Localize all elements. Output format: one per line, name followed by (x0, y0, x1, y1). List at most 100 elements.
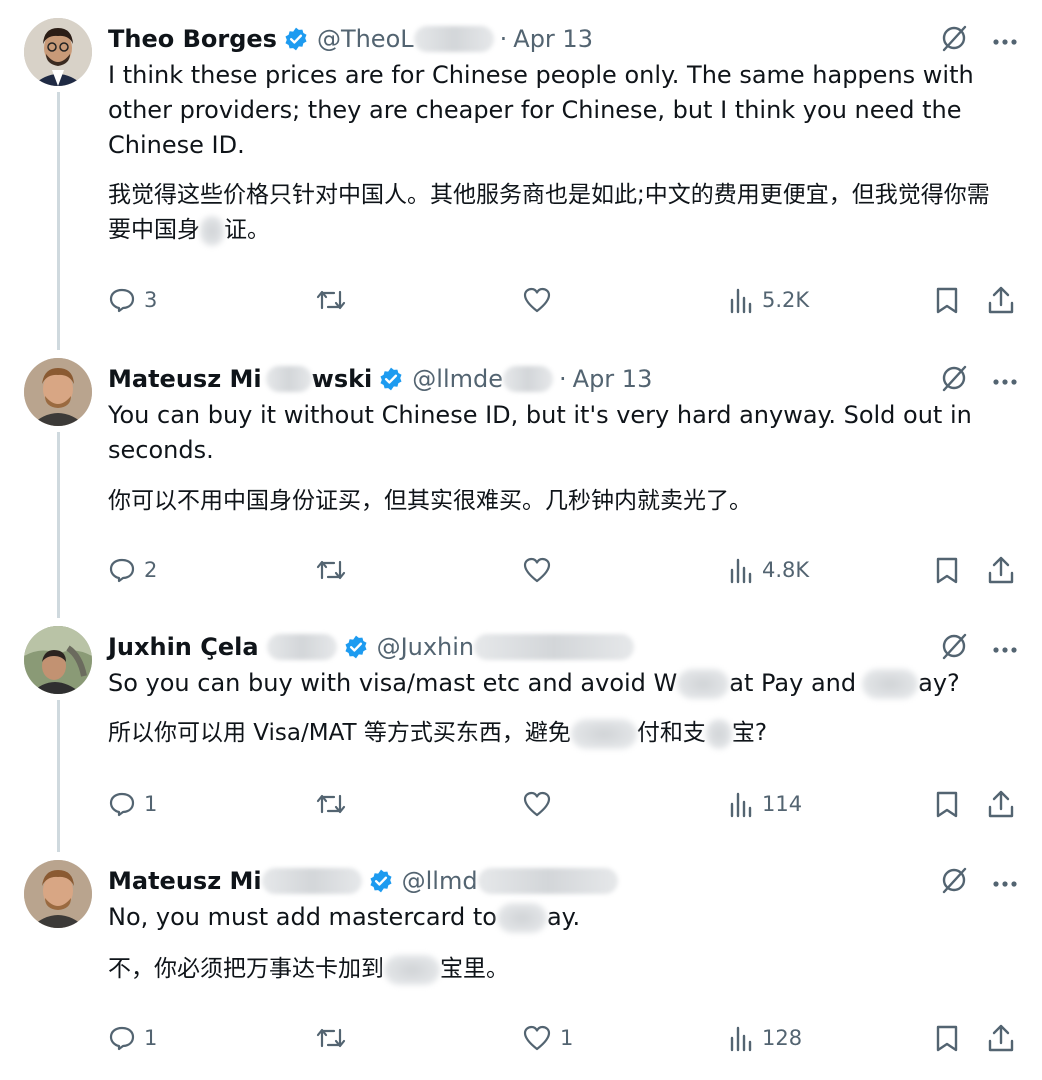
views-button[interactable]: 5.2K (728, 284, 809, 316)
translation-text: 宝? (731, 720, 768, 746)
translation-text: 所以你可以用 Visa/MAT 等方式买东西，避免 (108, 720, 571, 746)
share-icon (988, 556, 1014, 584)
bookmark-icon (936, 557, 958, 584)
views-button[interactable]: 4.8K (728, 554, 809, 586)
reply-count: 2 (144, 558, 158, 582)
views-count: 5.2K (762, 288, 810, 312)
tweet-text-translation: 我觉得这些价格只针对中国人。其他服务商也是如此;中文的费用更便宜，但我觉得你需要… (108, 178, 1002, 248)
views-button[interactable]: 128 (728, 1022, 802, 1054)
share-icon (988, 286, 1014, 314)
repost-button[interactable] (314, 788, 356, 820)
translation-text: 证。 (224, 217, 270, 243)
repost-icon (316, 1028, 346, 1048)
tweet-text-part: ay. (546, 903, 581, 931)
more-icon[interactable] (992, 31, 1018, 50)
author-name[interactable]: Theo Borges (108, 25, 277, 53)
like-button[interactable] (522, 554, 560, 586)
share-button[interactable] (986, 554, 1016, 586)
reply-thread: Theo Borges @TheoL · Apr 13 I think thes… (0, 0, 1042, 1080)
share-button[interactable] (986, 284, 1016, 316)
repost-button[interactable] (314, 284, 356, 316)
avatar[interactable] (24, 18, 92, 86)
action-bar: 1 1 128 (108, 1022, 1018, 1054)
author-name[interactable]: Mateusz Mi (108, 867, 262, 895)
author-handle[interactable]: @TheoL (317, 25, 414, 53)
views-icon (730, 792, 752, 818)
author-name[interactable]: Mateusz Mi (108, 365, 262, 393)
author-handle[interactable]: @llmde (412, 365, 503, 393)
bookmark-icon (936, 1025, 958, 1052)
redacted-blur (261, 868, 362, 894)
tweet-header: Theo Borges @TheoL · Apr 13 (108, 22, 1012, 56)
views-button[interactable]: 114 (728, 788, 802, 820)
reply-icon (109, 1026, 135, 1051)
reply-button[interactable]: 3 (108, 284, 157, 316)
more-icon[interactable] (992, 371, 1018, 390)
repost-button[interactable] (314, 1022, 356, 1054)
tweet-text-part: So you can buy with visa/mast etc and av… (108, 669, 678, 697)
grok-icon[interactable] (940, 364, 968, 396)
reply-button[interactable]: 1 (108, 788, 157, 820)
repost-icon (316, 560, 346, 580)
thread-line (57, 700, 60, 852)
verified-badge-icon (343, 634, 369, 660)
bookmark-button[interactable] (934, 788, 960, 820)
author-name[interactable]: Juxhin Çela (108, 633, 259, 661)
redacted-blur (477, 868, 618, 894)
like-button[interactable] (522, 284, 560, 316)
tweet-text: No, you must add mastercard to ay. (108, 900, 1002, 935)
grok-icon[interactable] (940, 24, 968, 56)
like-button[interactable] (522, 788, 560, 820)
thread-line (57, 432, 60, 618)
grok-icon[interactable] (940, 866, 968, 898)
thread-line (57, 92, 60, 350)
tweet-text-translation: 你可以不用中国身份证买，但其实很难买。几秒钟内就卖光了。 (108, 488, 752, 514)
reply-button[interactable]: 2 (108, 554, 157, 586)
tweet-text-part: No, you must add mastercard to (108, 903, 497, 931)
translation-text: 宝里。 (440, 956, 509, 982)
avatar[interactable] (24, 626, 92, 694)
redacted-blur (677, 669, 730, 699)
tweet-text: So you can buy with visa/mast etc and av… (108, 666, 1002, 701)
header-actions (940, 632, 1018, 664)
redacted-blur (266, 634, 337, 660)
reply-icon (109, 792, 135, 817)
avatar[interactable] (24, 860, 92, 928)
redacted-blur (705, 718, 732, 749)
views-count: 114 (762, 792, 803, 816)
views-icon (730, 288, 752, 314)
tweet-header: Mateusz Mi wski @llmde · Apr 13 (108, 362, 1012, 396)
author-handle[interactable]: @llmd (402, 867, 478, 895)
more-icon[interactable] (992, 873, 1018, 892)
reply-icon (109, 558, 135, 583)
post-date[interactable]: Apr 13 (573, 365, 653, 393)
grok-icon[interactable] (940, 632, 968, 664)
post-date[interactable]: Apr 13 (513, 25, 593, 53)
tweet-text: I think these prices are for Chinese peo… (108, 61, 974, 159)
tweet-text-part: ay? (918, 669, 960, 697)
reply-button[interactable]: 1 (108, 1022, 157, 1054)
translation-text: 付和支 (636, 720, 706, 746)
author-handle[interactable]: @Juxhin (377, 633, 475, 661)
share-icon (988, 790, 1014, 818)
avatar[interactable] (24, 358, 92, 426)
bookmark-button[interactable] (934, 284, 960, 316)
like-icon (523, 557, 551, 583)
bookmark-button[interactable] (934, 1022, 960, 1054)
bookmark-button[interactable] (934, 554, 960, 586)
redacted-blur (265, 366, 312, 392)
separator-dot: · (499, 25, 508, 53)
repost-button[interactable] (314, 554, 356, 586)
share-button[interactable] (986, 1022, 1016, 1054)
like-button[interactable]: 1 (522, 1022, 573, 1054)
tweet-text-translation: 所以你可以用 Visa/MAT 等方式买东西，避免 付和支 宝? (108, 716, 1002, 751)
redacted-blur (200, 215, 224, 246)
author-name[interactable]: wski (312, 365, 373, 393)
verified-badge-icon (283, 26, 309, 52)
repost-icon (316, 290, 346, 310)
share-button[interactable] (986, 788, 1016, 820)
reply-count: 1 (144, 792, 158, 816)
redacted-blur (496, 903, 547, 933)
more-icon[interactable] (992, 639, 1018, 658)
tweet-text: You can buy it without Chinese ID, but i… (108, 401, 972, 464)
